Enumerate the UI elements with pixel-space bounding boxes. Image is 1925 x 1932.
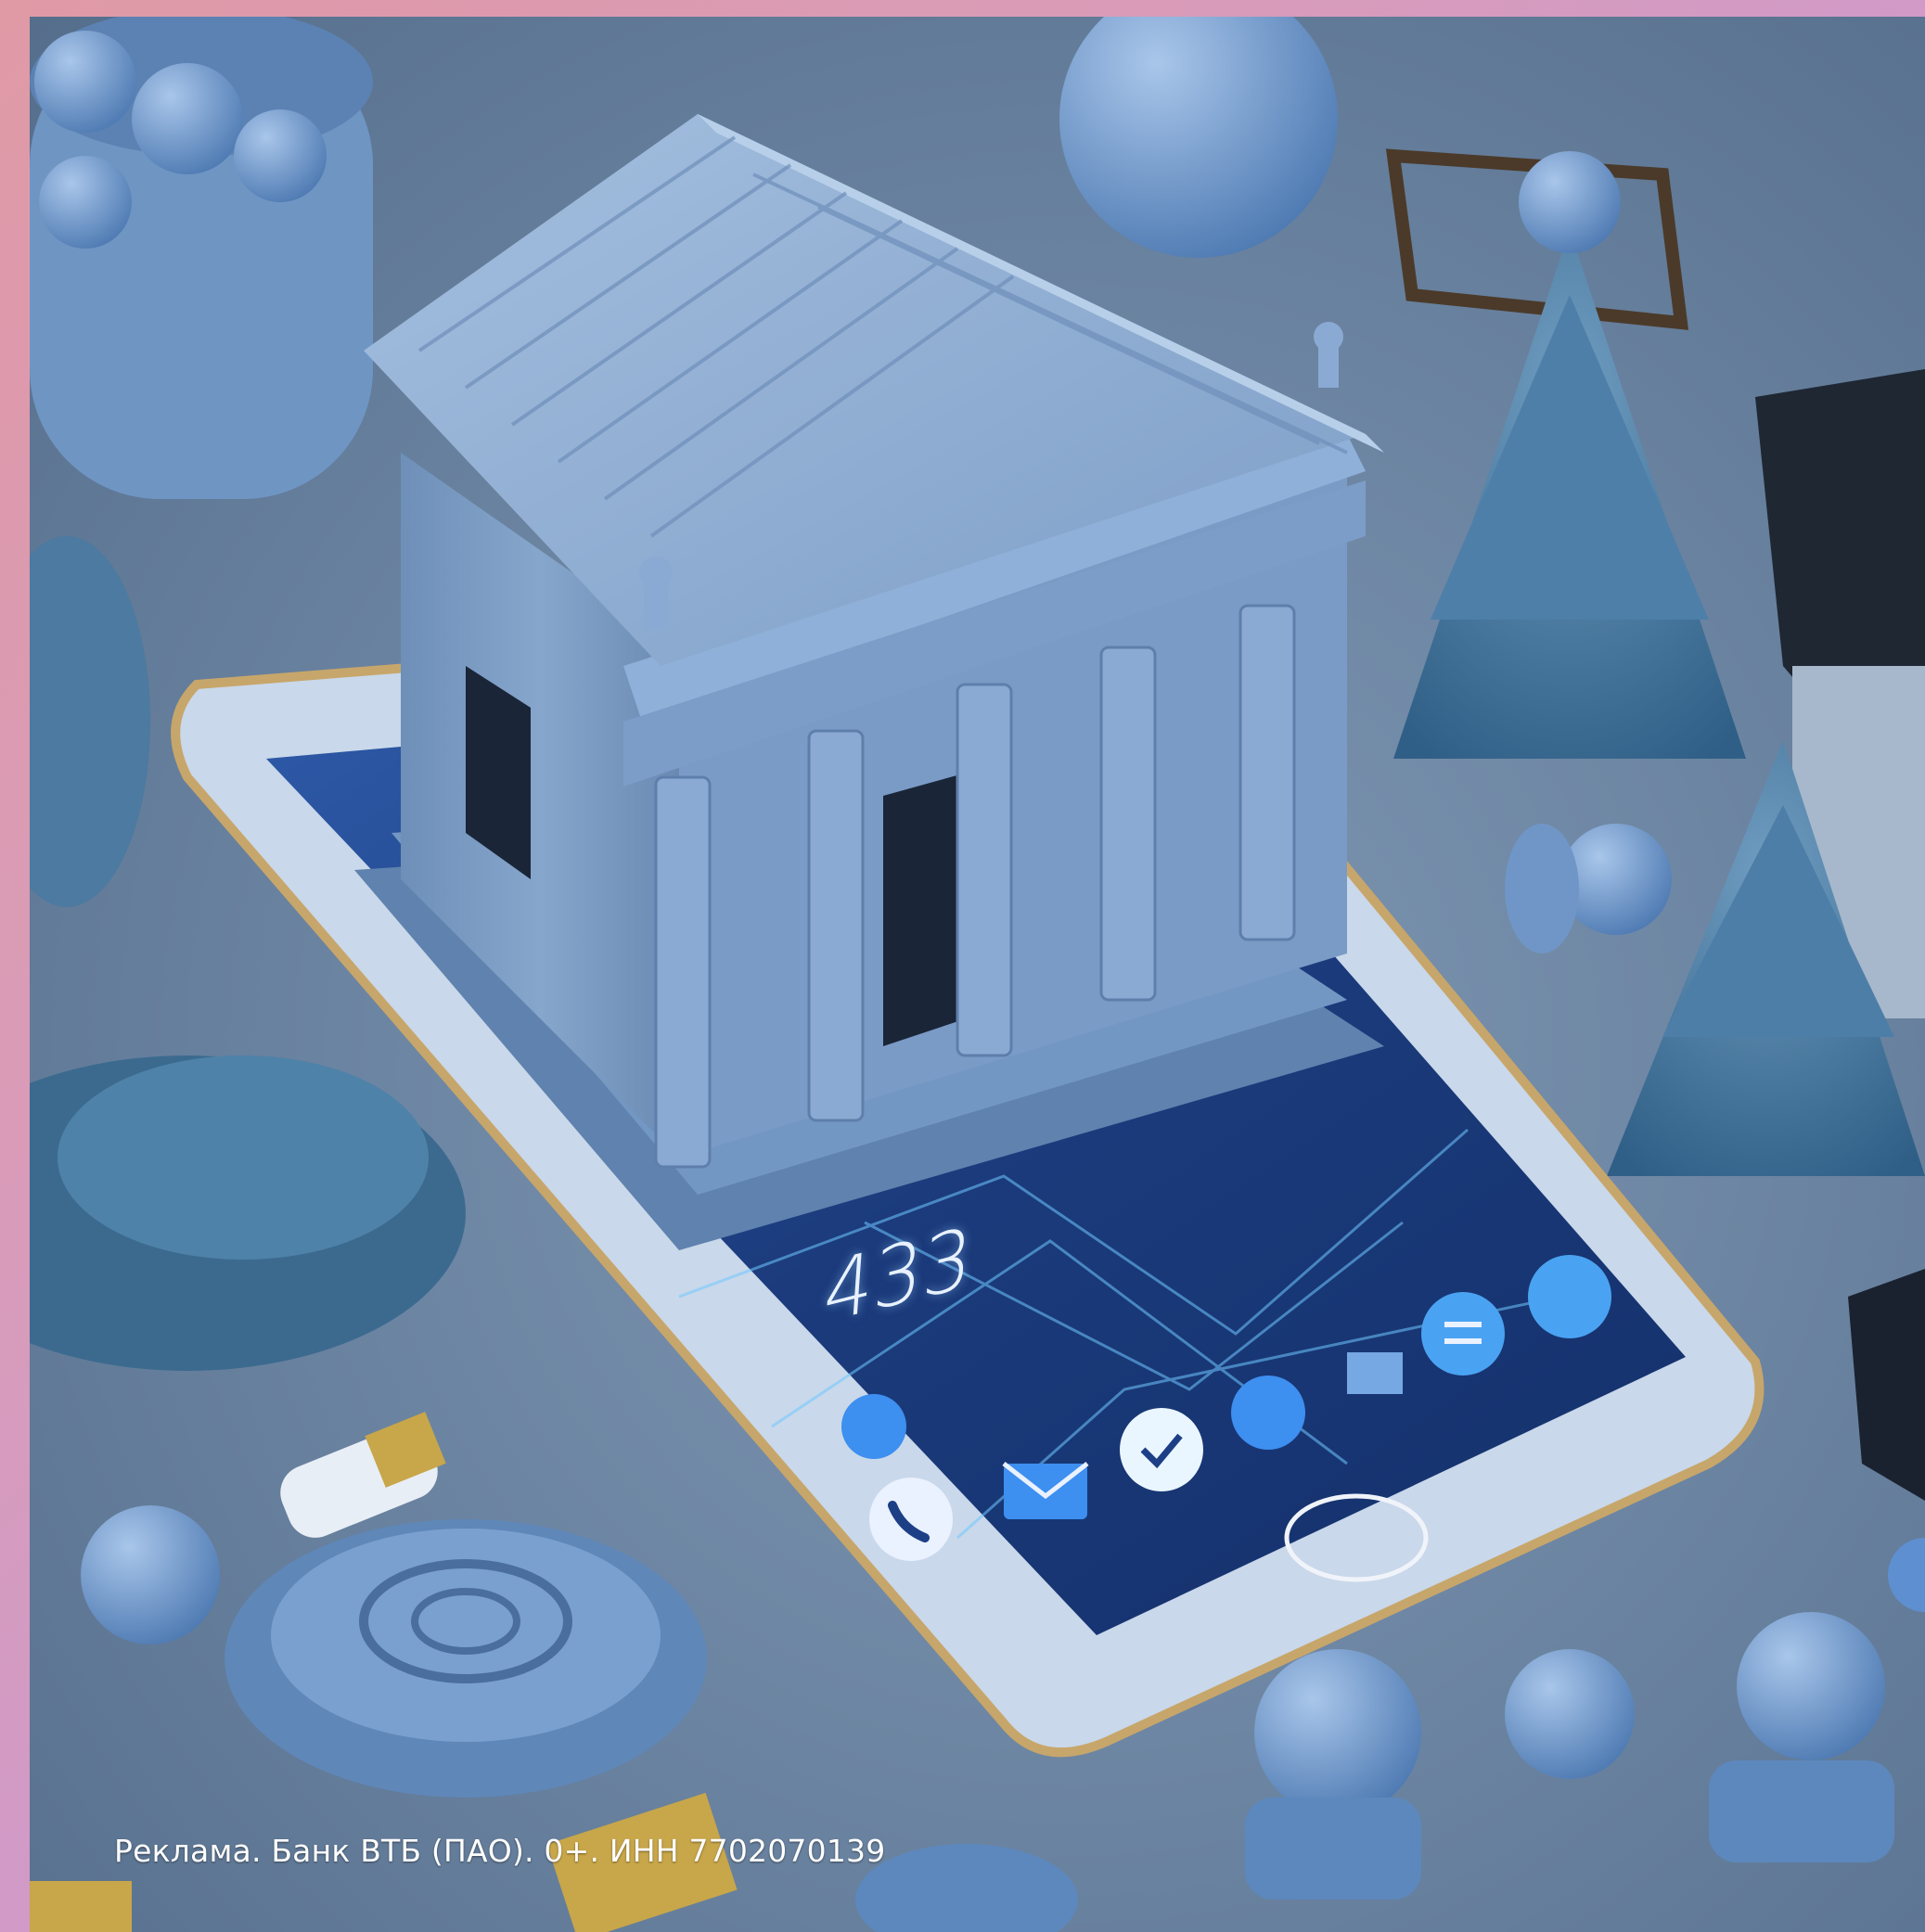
pine-tree-top [1393, 151, 1746, 759]
menu-icon [1421, 1292, 1505, 1375]
illustration-scene [30, 17, 1925, 1932]
phone-call-icon [869, 1478, 953, 1561]
ball-bowl [30, 17, 373, 499]
keyboard [1848, 1269, 1925, 1501]
top-ball [1059, 17, 1338, 258]
advertisement-photo: 433 Реклама. Банк ВТБ (ПАО). 0+. ИНН 770… [30, 17, 1925, 1932]
chat-check-icon [1120, 1408, 1203, 1491]
advertising-disclaimer: Реклама. Банк ВТБ (ПАО). 0+. ИНН 7702070… [114, 1833, 886, 1869]
coin-medallion [225, 1519, 707, 1798]
sim-chip-left [30, 1881, 132, 1932]
